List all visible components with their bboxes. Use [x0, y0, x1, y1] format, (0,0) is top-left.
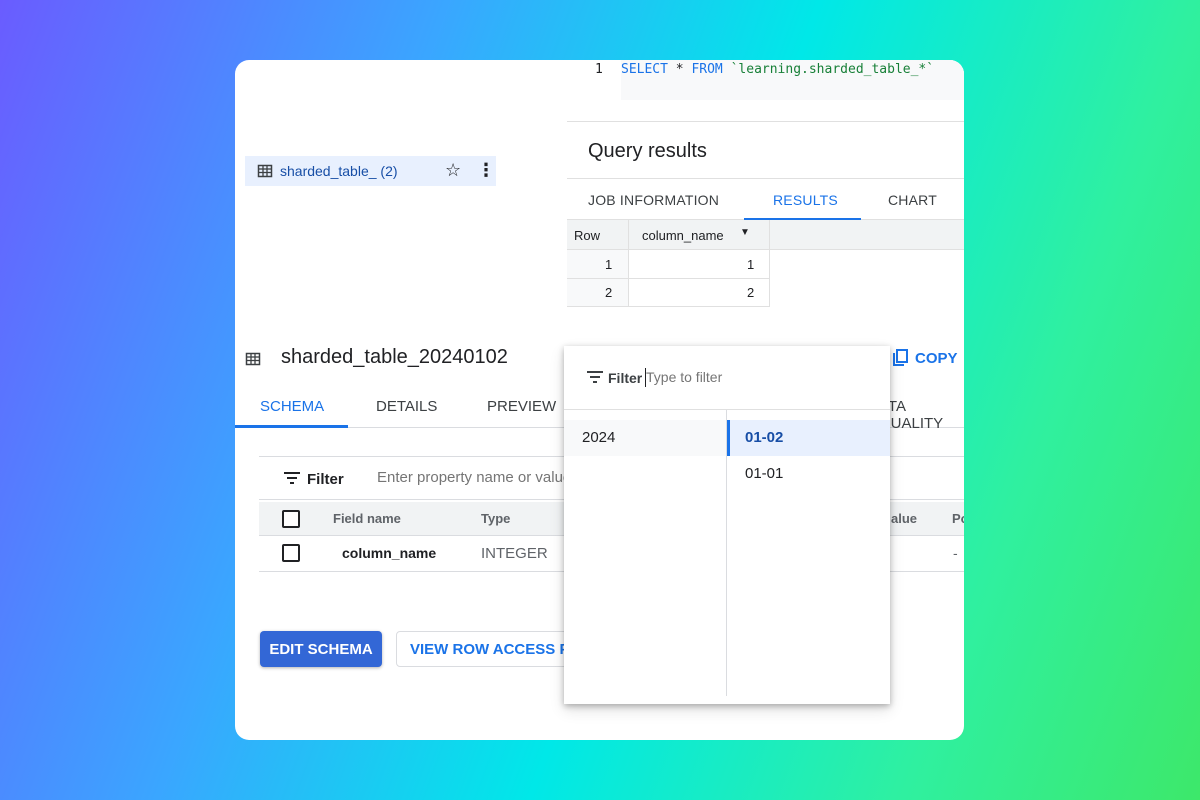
sql-editor[interactable]: 1 SELECT * FROM `learning.sharded_table_… — [567, 60, 964, 122]
copy-icon[interactable] — [892, 349, 908, 372]
divider — [769, 220, 770, 307]
results-table: Row column_name ▼ 1 1 2 2 — [567, 220, 964, 307]
field-type: INTEGER — [481, 545, 548, 562]
table-icon — [245, 351, 261, 372]
column-header-column-name[interactable]: column_name — [642, 228, 724, 243]
sort-caret-icon[interactable]: ▼ — [740, 227, 750, 238]
explorer-item-sharded-table[interactable]: sharded_table_ (2) ☆ ⋮ — [245, 156, 496, 186]
field-name: column_name — [342, 545, 437, 561]
column-header-policy: Po — [952, 511, 964, 526]
copy-button[interactable]: COPY — [915, 350, 958, 367]
table-row-1-value: 1 — [747, 257, 755, 272]
tab-results[interactable]: RESULTS — [773, 192, 838, 208]
divider — [567, 278, 769, 279]
table-row-1-number: 1 — [605, 257, 613, 272]
sql-table-name: `learning.sharded_table_*` — [722, 62, 935, 77]
line-number: 1 — [595, 62, 603, 77]
year-item-2024[interactable]: 2024 — [564, 420, 726, 456]
sql-keyword-select: SELECT — [621, 62, 668, 77]
row-checkbox[interactable] — [282, 544, 300, 562]
column-header-row: Row — [574, 228, 601, 243]
date-label: 01-02 — [745, 429, 784, 446]
shard-picker-popup: Filter 2024 01-02 01-01 — [564, 346, 890, 704]
table-icon — [257, 163, 273, 184]
column-header-field-name: Field name — [333, 511, 401, 526]
star-icon[interactable]: ☆ — [445, 160, 461, 181]
filter-icon — [283, 471, 301, 490]
divider — [628, 220, 629, 307]
query-results-title: Query results — [588, 140, 707, 162]
tab-schema[interactable]: SCHEMA — [260, 398, 324, 415]
line-gutter: 1 — [567, 60, 621, 100]
field-extra: - — [953, 545, 958, 561]
tab-chart[interactable]: CHART — [888, 192, 937, 208]
tab-details[interactable]: DETAILS — [376, 398, 437, 415]
popup-filter-bar: Filter — [564, 346, 890, 410]
filter-label: Filter — [608, 370, 643, 386]
date-item-01-02-selected[interactable]: 01-02 — [727, 420, 890, 456]
table-title: sharded_table_20240102 — [281, 346, 508, 368]
shard-filter-input[interactable] — [646, 369, 846, 385]
sql-text: SELECT * FROM `learning.sharded_table_*` — [621, 62, 934, 77]
table-row-2-value: 2 — [747, 285, 755, 300]
sql-keyword-from: FROM — [691, 62, 723, 77]
date-item-01-01[interactable]: 01-01 — [727, 456, 890, 492]
tab-job-information[interactable]: JOB INFORMATION — [588, 192, 719, 208]
filter-icon — [586, 370, 604, 389]
results-header-row — [567, 220, 964, 250]
column-header-type: Type — [481, 511, 511, 526]
divider — [567, 306, 769, 307]
tab-preview[interactable]: PREVIEW — [487, 398, 556, 415]
code-line[interactable]: SELECT * FROM `learning.sharded_table_*` — [621, 60, 964, 100]
table-row-2-number: 2 — [605, 285, 613, 300]
sql-star: * — [667, 62, 692, 77]
bigquery-panel: 1 SELECT * FROM `learning.sharded_table_… — [235, 60, 964, 740]
date-label: 01-01 — [745, 465, 784, 482]
tab-data-quality[interactable]: ATA QUALITY — [879, 398, 964, 432]
column-header-value: alue — [891, 511, 918, 526]
explorer-item-label: sharded_table_ (2) — [280, 163, 398, 179]
year-label: 2024 — [582, 429, 616, 446]
query-results-tabs: JOB INFORMATION RESULTS CHART — [567, 178, 964, 220]
select-all-checkbox[interactable] — [282, 510, 300, 528]
filter-label: Filter — [307, 471, 344, 488]
more-vert-icon[interactable]: ⋮ — [477, 160, 495, 181]
edit-schema-button[interactable]: EDIT SCHEMA — [260, 631, 382, 667]
active-tab-indicator — [235, 425, 348, 428]
